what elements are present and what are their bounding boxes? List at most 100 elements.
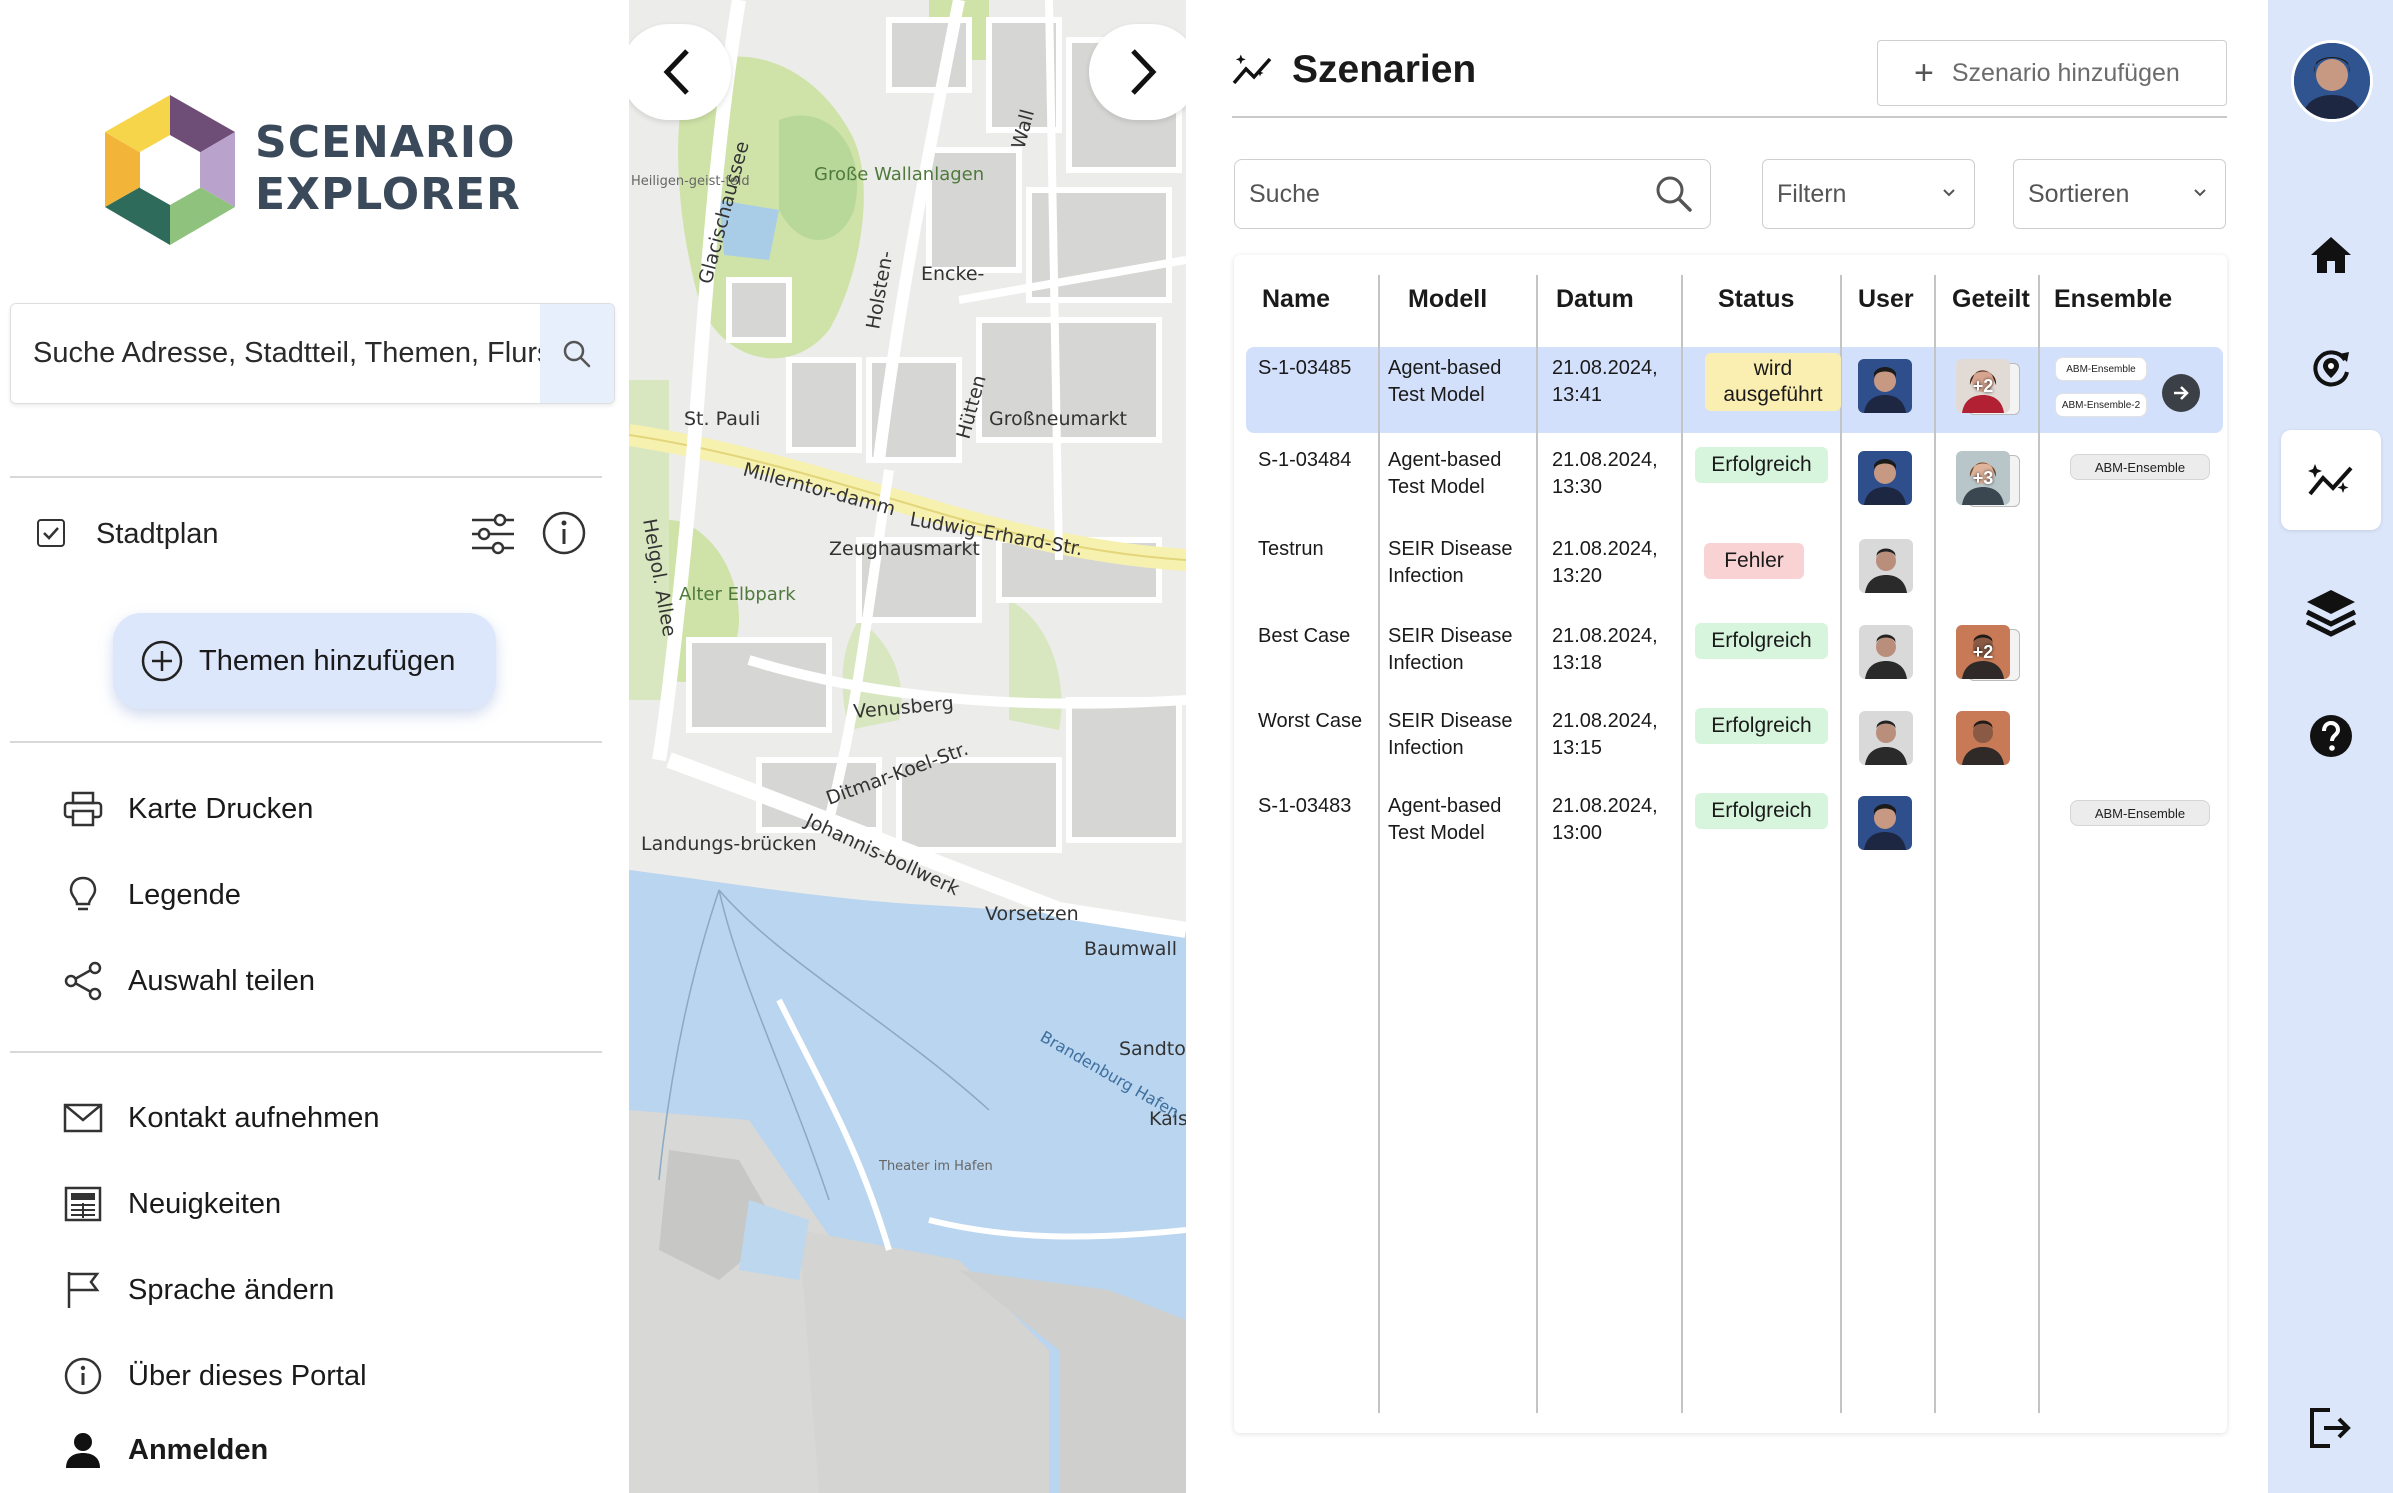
- sort-label: Sortieren: [2028, 179, 2130, 208]
- sort-dropdown[interactable]: Sortieren: [2013, 159, 2226, 229]
- scenario-sync-icon: [2313, 350, 2349, 387]
- column-header-ensemble[interactable]: Ensemble: [2054, 285, 2172, 314]
- logo-line-1: SCENARIO: [255, 117, 516, 168]
- menu-label: Legende: [128, 878, 241, 911]
- mail-icon: [63, 1103, 103, 1133]
- map-label: Große Wallanlagen: [814, 164, 984, 185]
- add-topics-button[interactable]: Themen hinzufügen: [113, 613, 496, 709]
- menu-about[interactable]: Über dieses Portal: [62, 1351, 367, 1401]
- newspaper-icon: [64, 1186, 102, 1222]
- person-photo-icon: [1858, 796, 1912, 850]
- menu-contact[interactable]: Kontakt aufnehmen: [62, 1093, 380, 1143]
- map-label: Alter Elbpark: [679, 584, 796, 605]
- status-badge: Fehler: [1704, 543, 1804, 579]
- rail-scenario-sync-button[interactable]: [2281, 318, 2381, 418]
- map-view[interactable]: Große Wallanlagen Alter Elbpark St. Paul…: [629, 0, 1186, 1493]
- search-icon[interactable]: [1654, 174, 1694, 214]
- map-label: Baumwall: [1084, 938, 1177, 960]
- rail-home-button[interactable]: [2281, 205, 2381, 305]
- menu-print-map[interactable]: Karte Drucken: [62, 784, 313, 834]
- scenario-search-input[interactable]: [1235, 160, 1635, 228]
- menu-language[interactable]: Sprache ändern: [62, 1265, 334, 1315]
- search-icon: [563, 340, 591, 367]
- column-header-date[interactable]: Datum: [1556, 285, 1634, 314]
- person-photo-icon: [2294, 43, 2370, 119]
- row-model: Agent-based Test Model: [1388, 357, 1502, 406]
- map-canvas[interactable]: Große Wallanlagen Alter Elbpark St. Paul…: [629, 0, 1186, 1493]
- app-logo[interactable]: SCENARIO EXPLORER: [95, 95, 520, 245]
- row-model: Agent-based Test Model: [1388, 795, 1502, 844]
- column-header-user[interactable]: User: [1858, 285, 1914, 314]
- shared-count: +2: [1972, 375, 1994, 396]
- shared-count: +2: [1972, 641, 1994, 662]
- row-date: 21.08.2024, 13:41: [1552, 357, 1658, 406]
- user-avatar[interactable]: [1859, 539, 1913, 593]
- rail-scenarios-button[interactable]: [2281, 430, 2381, 530]
- panel-header: Szenarien: [1232, 48, 1476, 92]
- column-header-status[interactable]: Status: [1718, 285, 1794, 314]
- column-header-name[interactable]: Name: [1262, 285, 1330, 314]
- row-name[interactable]: S-1-03484: [1258, 447, 1351, 474]
- person-photo-icon: [1859, 625, 1913, 679]
- lightbulb-icon: [69, 876, 97, 911]
- shared-avatars[interactable]: +2: [1956, 625, 2022, 683]
- ensemble-chip[interactable]: ABM-Ensemble: [2070, 800, 2210, 826]
- user-avatar[interactable]: [1858, 451, 1912, 505]
- row-date: 21.08.2024, 13:20: [1552, 538, 1658, 587]
- menu-news[interactable]: Neuigkeiten: [62, 1179, 281, 1229]
- column-header-shared[interactable]: Geteilt: [1952, 285, 2030, 314]
- column-divider: [1378, 275, 1380, 1413]
- map-prev-button[interactable]: [629, 24, 731, 120]
- ensemble-chip[interactable]: ABM-Ensemble: [2070, 454, 2210, 480]
- user-avatar[interactable]: [1859, 711, 1913, 765]
- layer-checkbox[interactable]: [36, 518, 66, 548]
- logout-icon: [2310, 1408, 2351, 1448]
- user-avatar[interactable]: [1859, 625, 1913, 679]
- address-search-button[interactable]: [540, 304, 614, 403]
- user-avatar[interactable]: [1858, 796, 1912, 850]
- analytics-icon: [2308, 464, 2353, 496]
- row-name[interactable]: S-1-03483: [1258, 793, 1351, 820]
- row-name[interactable]: Best Case: [1258, 623, 1350, 650]
- sliders-icon[interactable]: [470, 512, 516, 556]
- profile-avatar[interactable]: [2291, 40, 2373, 122]
- row-name[interactable]: S-1-03485: [1258, 355, 1351, 382]
- row-name[interactable]: Worst Case: [1258, 708, 1368, 735]
- column-header-model[interactable]: Modell: [1408, 285, 1487, 314]
- user-avatar[interactable]: [1858, 359, 1912, 413]
- map-label: Vorsetzen: [985, 903, 1079, 925]
- menu-legend[interactable]: Legende: [62, 870, 241, 920]
- rail-layers-button[interactable]: [2281, 563, 2381, 663]
- status-badge: Erfolgreich: [1695, 708, 1828, 744]
- layers-icon: [2305, 590, 2357, 637]
- map-label: Landungs-brücken: [641, 833, 817, 855]
- shared-avatars[interactable]: +3: [1956, 451, 2022, 509]
- row-date: 21.08.2024, 13:18: [1552, 625, 1658, 674]
- layer-label: Stadtplan: [96, 518, 219, 550]
- divider: [10, 741, 602, 743]
- menu-login[interactable]: Anmelden: [62, 1425, 268, 1475]
- address-search-input[interactable]: [11, 304, 541, 403]
- add-scenario-button[interactable]: + Szenario hinzufügen: [1877, 40, 2227, 106]
- flag-icon: [67, 1272, 100, 1308]
- map-next-button[interactable]: [1089, 24, 1186, 120]
- rail-help-button[interactable]: [2281, 686, 2381, 786]
- column-divider: [1934, 275, 1936, 1413]
- ensemble-chip[interactable]: ABM-Ensemble-2: [2055, 393, 2147, 417]
- menu-label: Über dieses Portal: [128, 1359, 367, 1392]
- shared-avatars[interactable]: +2: [1956, 359, 2022, 417]
- open-ensemble-button[interactable]: [2162, 374, 2200, 412]
- scenario-table: Name Modell Datum Status User Geteilt En…: [1234, 255, 2227, 1433]
- menu-label: Anmelden: [128, 1433, 269, 1466]
- info-icon[interactable]: [541, 510, 587, 556]
- row-model: SEIR Disease Infection: [1388, 538, 1513, 587]
- row-name[interactable]: Testrun: [1258, 536, 1324, 563]
- logo-line-2: EXPLORER: [255, 169, 521, 220]
- shared-avatars[interactable]: [1956, 711, 2022, 769]
- shared-count: +3: [1972, 467, 1994, 488]
- filter-dropdown[interactable]: Filtern: [1762, 159, 1975, 229]
- menu-share-selection[interactable]: Auswahl teilen: [62, 956, 315, 1006]
- rail-logout-button[interactable]: [2281, 1378, 2381, 1478]
- ensemble-chip[interactable]: ABM-Ensemble: [2055, 357, 2147, 381]
- menu-label: Auswahl teilen: [128, 964, 315, 997]
